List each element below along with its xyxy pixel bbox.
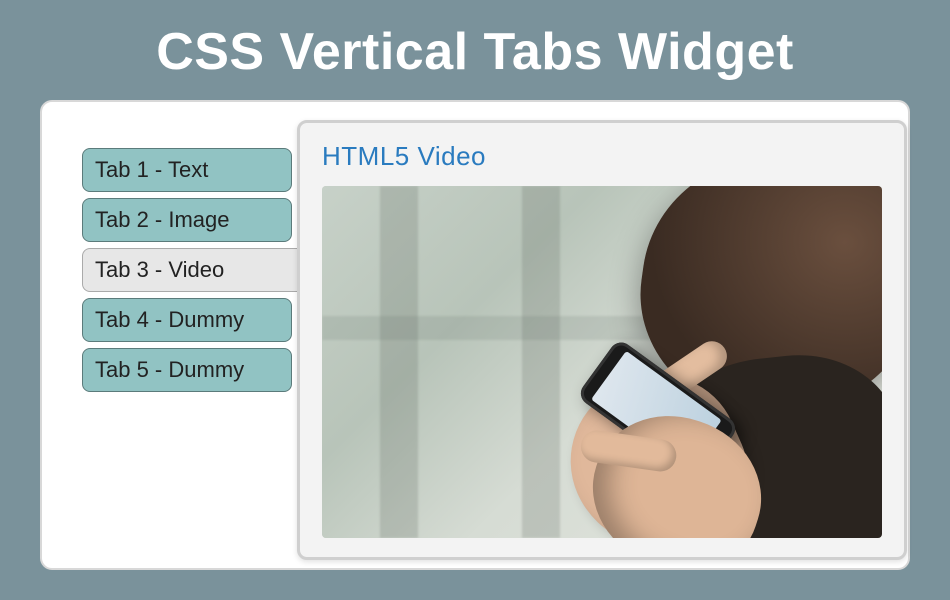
video-player[interactable]	[322, 186, 882, 538]
content-panel: HTML5 Video	[297, 120, 907, 560]
tabs-widget: Tab 1 - Text Tab 2 - Image Tab 3 - Video…	[40, 100, 910, 570]
tab-dummy-4[interactable]: Tab 4 - Dummy	[82, 298, 292, 342]
page-title: CSS Vertical Tabs Widget	[0, 0, 950, 100]
tab-dummy-5[interactable]: Tab 5 - Dummy	[82, 348, 292, 392]
tab-image[interactable]: Tab 2 - Image	[82, 198, 292, 242]
tab-list: Tab 1 - Text Tab 2 - Image Tab 3 - Video…	[82, 148, 292, 398]
tab-video[interactable]: Tab 3 - Video	[82, 248, 314, 292]
tab-text[interactable]: Tab 1 - Text	[82, 148, 292, 192]
panel-title: HTML5 Video	[322, 141, 882, 172]
